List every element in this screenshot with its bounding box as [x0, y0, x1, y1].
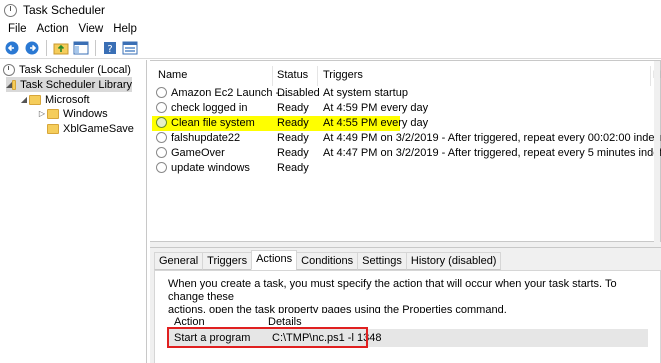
- show-hide-console-tree-icon[interactable]: [73, 40, 89, 56]
- title-bar: Task Scheduler: [0, 0, 661, 20]
- back-arrow-icon[interactable]: [4, 40, 20, 56]
- actions-table: Action Details Start a program C:\TMP\nc…: [168, 313, 648, 363]
- column-header-triggers[interactable]: Triggers: [323, 69, 363, 81]
- toolbar: ?: [0, 37, 661, 59]
- column-separator[interactable]: [650, 66, 651, 86]
- task-status: Ready: [277, 117, 309, 129]
- column-separator[interactable]: [272, 66, 273, 86]
- task-triggers: At system startup: [323, 87, 408, 99]
- window-title: Task Scheduler: [23, 3, 106, 17]
- column-header-name[interactable]: Name: [158, 69, 187, 81]
- column-separator[interactable]: [317, 66, 318, 86]
- tree-item-task-scheduler-library[interactable]: ◢ Task Scheduler Library: [6, 77, 132, 92]
- task-triggers: At 4:59 PM every day: [323, 102, 429, 114]
- task-icon: [156, 162, 167, 173]
- folder-icon: [47, 123, 59, 134]
- menu-action[interactable]: Action: [37, 23, 69, 35]
- tab-triggers[interactable]: Triggers: [202, 252, 253, 270]
- task-status: Ready: [277, 102, 309, 114]
- task-scheduler-icon: [4, 3, 17, 17]
- task-triggers: At 4:47 PM on 3/2/2019 - After triggered…: [323, 147, 661, 159]
- task-icon: [156, 102, 167, 113]
- properties-icon[interactable]: [122, 40, 138, 56]
- toolbar-separator: [46, 39, 47, 56]
- tree-item-label: Task Scheduler (Local): [19, 63, 131, 76]
- chevron-down-icon[interactable]: ◢: [19, 95, 29, 104]
- action-type: Start a program: [174, 332, 251, 344]
- task-status: Ready: [277, 132, 309, 144]
- table-row[interactable]: GameOver Ready At 4:47 PM on 3/2/2019 - …: [152, 146, 661, 161]
- task-name: falshupdate22: [171, 132, 241, 144]
- task-status: Ready: [277, 147, 309, 159]
- task-icon: [156, 87, 167, 98]
- task-scheduler-icon: [3, 63, 15, 76]
- tree-item-label: Microsoft: [45, 93, 90, 106]
- help-icon[interactable]: ?: [102, 40, 118, 56]
- toolbar-separator: [95, 39, 96, 56]
- tab-conditions[interactable]: Conditions: [296, 252, 359, 270]
- actions-description: When you create a task, you must specify…: [168, 278, 648, 317]
- table-row[interactable]: falshupdate22 Ready At 4:49 PM on 3/2/20…: [152, 131, 661, 146]
- task-name: GameOver: [171, 147, 225, 159]
- column-header-details[interactable]: Details: [268, 316, 302, 328]
- tree-item-label: XblGameSave: [63, 122, 134, 135]
- tree-item-microsoft[interactable]: ◢ Microsoft: [19, 92, 90, 107]
- table-row[interactable]: check logged in Ready At 4:59 PM every d…: [152, 101, 637, 116]
- tree-item-label: Windows: [63, 107, 108, 120]
- tree-item-label: Task Scheduler Library: [20, 78, 132, 91]
- task-status: Ready: [277, 162, 309, 174]
- table-row[interactable]: Start a program C:\TMP\nc.ps1 -l 1348: [168, 329, 648, 347]
- task-triggers: At 4:55 PM every day: [323, 117, 429, 129]
- tab-actions[interactable]: Actions: [251, 250, 298, 270]
- task-status: Disabled: [277, 87, 320, 99]
- column-header-action[interactable]: Action: [174, 316, 205, 328]
- task-name: Clean file system: [171, 117, 255, 129]
- task-icon: [156, 117, 167, 128]
- folder-icon: [29, 94, 41, 105]
- task-name: update windows: [171, 162, 250, 174]
- tab-history[interactable]: History (disabled): [405, 252, 502, 270]
- task-name: check logged in: [171, 102, 248, 114]
- tab-general[interactable]: General: [154, 252, 204, 270]
- task-icon: [156, 132, 167, 143]
- folder-icon: [12, 79, 17, 90]
- menu-view[interactable]: View: [79, 23, 104, 35]
- svg-text:?: ?: [107, 44, 112, 55]
- actions-tab-content: When you create a task, you must specify…: [154, 270, 661, 363]
- table-row-highlighted[interactable]: Clean file system Ready At 4:55 PM every…: [152, 116, 428, 131]
- forward-arrow-icon[interactable]: [24, 40, 40, 56]
- task-details: General Triggers Actions Conditions Sett…: [150, 247, 661, 363]
- console-tree: Task Scheduler (Local) ◢ Task Scheduler …: [0, 60, 147, 363]
- tree-item-task-scheduler-local[interactable]: Task Scheduler (Local): [3, 62, 131, 77]
- table-row[interactable]: update windows Ready: [152, 161, 637, 176]
- task-icon: [156, 147, 167, 158]
- table-row[interactable]: Amazon Ec2 Launch -... Disabled At syste…: [152, 86, 637, 101]
- description-line: When you create a task, you must specify…: [168, 278, 617, 303]
- chevron-right-icon[interactable]: ▷: [37, 109, 47, 118]
- task-pane: Name Status Triggers N Amazon Ec2 Launch…: [150, 60, 661, 363]
- menu-help[interactable]: Help: [113, 23, 137, 35]
- folder-icon: [47, 108, 59, 119]
- column-header-status[interactable]: Status: [277, 69, 308, 81]
- menu-file[interactable]: File: [8, 23, 27, 35]
- task-triggers: At 4:49 PM on 3/2/2019 - After triggered…: [323, 132, 661, 144]
- tab-settings[interactable]: Settings: [357, 252, 407, 270]
- details-tabs: General Triggers Actions Conditions Sett…: [154, 250, 502, 270]
- tree-item-windows[interactable]: ▷ Windows: [37, 106, 108, 121]
- up-folder-icon[interactable]: [53, 40, 69, 56]
- list-scrollbar[interactable]: [654, 61, 660, 243]
- task-list: Name Status Triggers N Amazon Ec2 Launch…: [150, 60, 661, 243]
- tree-item-xblgamesave[interactable]: XblGameSave: [47, 121, 134, 136]
- task-name: Amazon Ec2 Launch -...: [171, 87, 289, 99]
- menu-bar: File Action View Help: [0, 20, 661, 37]
- action-details: C:\TMP\nc.ps1 -l 1348: [272, 332, 382, 344]
